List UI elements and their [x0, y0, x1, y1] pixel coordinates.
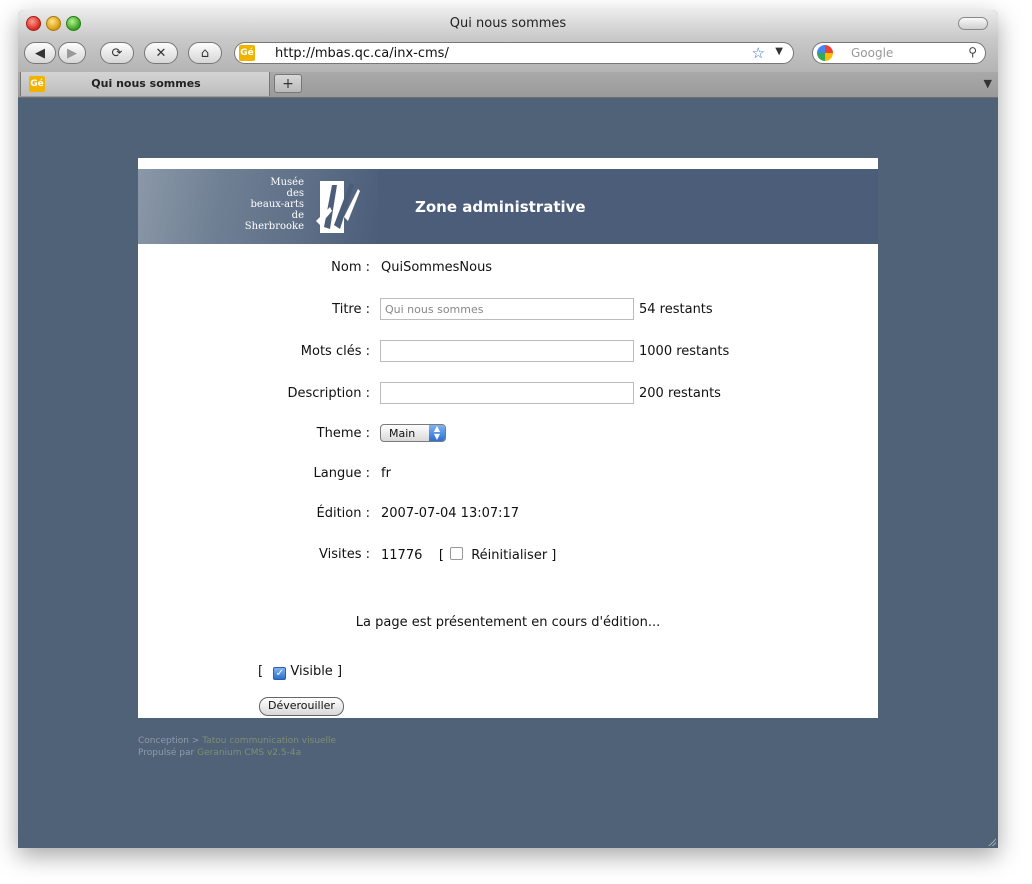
select-arrows-icon: ▲ ▼ — [429, 425, 445, 441]
tab-label: Qui nous sommes — [91, 77, 201, 90]
reset-visits-label: Réinitialiser — [471, 548, 548, 563]
row-mots-cles: Mots clés : 1000 restants — [138, 340, 878, 364]
stop-button[interactable]: ✕ — [144, 42, 178, 64]
header-banner-image: Musée des beaux-arts de Sherbrooke — [138, 169, 378, 244]
museum-logo-icon — [316, 181, 360, 233]
search-placeholder: Google — [851, 46, 894, 60]
home-icon: ⌂ — [200, 45, 210, 61]
row-titre: Titre : Qui nous sommes 54 restants — [138, 298, 878, 322]
nom-value: QuiSommesNous — [381, 260, 493, 275]
stop-icon: ✕ — [155, 45, 167, 61]
back-arrow-icon: ◀ — [35, 45, 45, 61]
bookmark-star-icon[interactable]: ☆ — [752, 44, 765, 62]
description-input[interactable] — [380, 382, 634, 404]
museum-logo-text: Musée des beaux-arts de Sherbrooke — [244, 177, 304, 232]
langue-label: Langue : — [313, 466, 370, 481]
theme-select[interactable]: Main ▲ ▼ — [380, 424, 446, 442]
visites-group: 11776 [ Réinitialiser ] — [381, 547, 557, 563]
toolbar-toggle-button[interactable] — [958, 17, 988, 30]
visible-label: Visible — [290, 664, 333, 679]
admin-header: Musée des beaux-arts de Sherbrooke Zone … — [138, 169, 878, 244]
theme-label: Theme : — [316, 426, 370, 441]
browser-window: Qui nous sommes ◀ ▶ ⟳ ✕ ⌂ Gé http://mbas… — [18, 10, 998, 848]
row-visites: Visites : 11776 [ Réinitialiser ] — [138, 543, 878, 567]
visible-checkbox[interactable]: ✓ — [273, 667, 287, 680]
reset-visits-checkbox[interactable] — [450, 547, 464, 560]
visible-group: [ ✓ Visible ] — [258, 664, 343, 680]
powered-link[interactable]: Geranium CMS v2.5-4a — [197, 748, 301, 758]
powered-prefix: Propulsé par — [138, 748, 195, 758]
unlock-button[interactable]: Déverouiller — [259, 697, 344, 716]
search-magnifier-icon[interactable]: ⚲ — [968, 45, 977, 59]
titre-label: Titre : — [332, 302, 370, 317]
header-title: Zone administrative — [415, 198, 586, 216]
theme-selected-value: Main — [389, 427, 416, 440]
visites-value: 11776 — [381, 548, 423, 563]
langue-value: fr — [381, 466, 391, 481]
site-favicon-icon: Gé — [239, 45, 255, 61]
forward-arrow-icon: ▶ — [67, 45, 77, 61]
row-theme: Theme : Main ▲ ▼ — [138, 422, 878, 446]
edition-label: Édition : — [316, 506, 371, 521]
mots-cles-label: Mots clés : — [300, 344, 370, 359]
search-field[interactable]: Google ⚲ — [812, 42, 986, 64]
edition-value: 2007-07-04 13:07:17 — [381, 506, 520, 521]
edit-status-message: La page est présentement en cours d'édit… — [355, 615, 661, 630]
url-dropdown-icon[interactable]: ▼ — [775, 46, 783, 57]
reload-icon: ⟳ — [111, 45, 123, 61]
home-button[interactable]: ⌂ — [188, 42, 222, 64]
titre-remaining: 54 restants — [639, 302, 713, 317]
description-remaining: 200 restants — [639, 386, 721, 401]
row-nom: Nom : QuiSommesNous — [138, 256, 878, 280]
mots-cles-input[interactable] — [380, 340, 634, 362]
row-description: Description : 200 restants — [138, 382, 878, 406]
tab-qui-nous-sommes[interactable]: Gé Qui nous sommes — [20, 72, 270, 96]
conception-prefix: Conception > — [138, 736, 200, 746]
address-bar[interactable]: Gé http://mbas.qc.ca/inx-cms/ ☆ ▼ — [234, 42, 794, 64]
description-label: Description : — [287, 386, 370, 401]
back-button[interactable]: ◀ — [24, 42, 56, 64]
new-tab-button[interactable]: + — [274, 74, 302, 93]
url-text[interactable]: http://mbas.qc.ca/inx-cms/ — [275, 46, 449, 61]
conception-link[interactable]: Tatou communication visuelle — [202, 736, 336, 746]
forward-button[interactable]: ▶ — [58, 42, 86, 64]
row-langue: Langue : fr — [138, 462, 878, 486]
row-edition: Édition : 2007-07-04 13:07:17 — [138, 502, 878, 526]
title-bar: Qui nous sommes — [18, 10, 998, 38]
tab-bar: Gé Qui nous sommes + ▼ — [18, 72, 998, 98]
resize-grip-icon[interactable] — [986, 836, 996, 846]
admin-panel: Musée des beaux-arts de Sherbrooke Zone … — [138, 158, 878, 718]
titre-input[interactable]: Qui nous sommes — [380, 298, 634, 320]
mots-cles-remaining: 1000 restants — [639, 344, 730, 359]
browser-toolbar: ◀ ▶ ⟳ ✕ ⌂ Gé http://mbas.qc.ca/inx-cms/ … — [18, 38, 998, 72]
google-icon[interactable] — [817, 45, 833, 61]
web-page: Musée des beaux-arts de Sherbrooke Zone … — [18, 98, 998, 848]
window-title: Qui nous sommes — [449, 16, 567, 31]
visites-label: Visites : — [319, 547, 370, 562]
tab-list-icon[interactable]: ▼ — [984, 77, 992, 90]
nom-label: Nom : — [331, 260, 370, 275]
page-footer: Conception > Tatou communication visuell… — [138, 735, 336, 759]
reload-button[interactable]: ⟳ — [100, 42, 134, 64]
